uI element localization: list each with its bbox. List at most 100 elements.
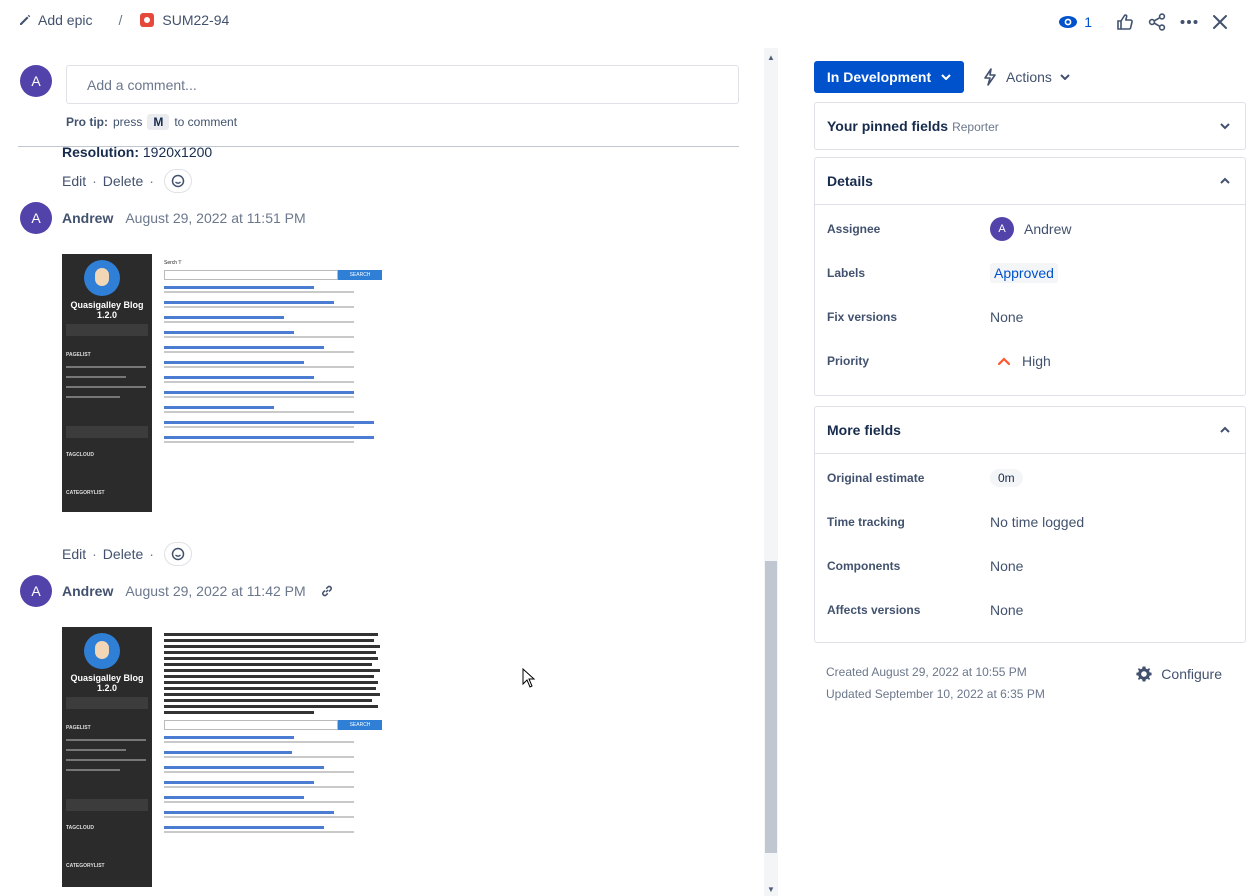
- pinned-fields-panel: Your pinned fields Reporter: [814, 102, 1246, 150]
- edit-comment-link[interactable]: Edit: [62, 546, 86, 562]
- components-value[interactable]: None: [990, 558, 1023, 574]
- comment-header: A Andrew August 29, 2022 at 11:42 PM: [20, 575, 334, 607]
- resolution-value: 1920x1200: [142, 144, 213, 160]
- details-title: Details: [827, 173, 873, 189]
- add-epic-link[interactable]: Add epic: [18, 12, 92, 28]
- thumb-paragraph: [164, 651, 376, 654]
- thumb-paragraph: [164, 699, 372, 702]
- thumb-paragraph: [164, 663, 372, 666]
- avatar: A: [20, 65, 52, 97]
- emoji-icon: [171, 174, 185, 188]
- mouse-pointer-icon: [522, 668, 536, 688]
- thumb-result: [164, 421, 382, 428]
- close-button[interactable]: [1212, 8, 1228, 36]
- like-button[interactable]: [1116, 8, 1134, 36]
- thumb-paragraph: [164, 639, 374, 642]
- thumb-text: [66, 739, 146, 741]
- more-button[interactable]: [1180, 8, 1198, 36]
- thumb-paragraph: [164, 675, 374, 678]
- thumb-input: [164, 270, 338, 280]
- original-estimate-value[interactable]: 0m: [990, 469, 1023, 487]
- thumb-paragraph: [164, 645, 380, 648]
- separator-dot: ·: [149, 173, 154, 189]
- issue-key: SUM22-94: [162, 12, 230, 28]
- field-labels: Labels Approved: [827, 251, 1233, 295]
- delete-comment-link[interactable]: Delete: [103, 173, 143, 189]
- shortcut-key: M: [147, 114, 170, 130]
- separator-dot: ·: [149, 546, 154, 562]
- avatar: A: [20, 202, 52, 234]
- pro-tip-label: Pro tip:: [66, 115, 108, 129]
- avatar: A: [20, 575, 52, 607]
- thumb-result: [164, 376, 382, 383]
- thumb-paragraph: [164, 657, 378, 660]
- thumb-result: [164, 391, 382, 398]
- pro-tip: Pro tip: press M to comment: [66, 114, 237, 130]
- details-body: Assignee A Andrew Labels Approved Fix ve…: [815, 204, 1245, 395]
- comment-actions: Edit · Delete ·: [62, 169, 192, 193]
- thumb-text: [66, 769, 120, 771]
- actions-label: Actions: [1006, 69, 1052, 85]
- fix-versions-value[interactable]: None: [990, 309, 1023, 325]
- assignee-value[interactable]: A Andrew: [990, 217, 1071, 241]
- pinned-fields-sub: Reporter: [952, 120, 999, 134]
- issue-key-link[interactable]: SUM22-94: [140, 12, 229, 28]
- field-label: Fix versions: [827, 310, 898, 324]
- priority-value[interactable]: High: [990, 353, 1051, 369]
- thumb-search-title: Serch 'l': [164, 260, 182, 266]
- thumb-search-button: SEARCH: [338, 720, 382, 730]
- details-sidebar: In Development Actions Your pinned field…: [814, 44, 1246, 896]
- comment-date[interactable]: August 29, 2022 at 11:42 PM: [125, 583, 305, 599]
- thumb-result: [164, 361, 382, 368]
- label-tag[interactable]: Approved: [990, 263, 1058, 283]
- thumb-paragraph: [164, 687, 376, 690]
- thumb-paragraph: [164, 711, 314, 714]
- pro-tip-suffix: to comment: [174, 115, 238, 129]
- share-button[interactable]: [1148, 8, 1166, 36]
- more-fields-body: Original estimate 0m Time tracking No ti…: [815, 453, 1245, 642]
- time-tracking-value[interactable]: No time logged: [990, 514, 1084, 530]
- edit-comment-link[interactable]: Edit: [62, 173, 86, 189]
- comment-author[interactable]: Andrew: [62, 210, 113, 226]
- comment-resolution: Resolution: 1920x1200: [62, 144, 212, 160]
- scrollbar-thumb[interactable]: [765, 561, 777, 853]
- thumb-result: [164, 811, 382, 818]
- thumb-result: [164, 301, 382, 308]
- share-icon: [1148, 13, 1166, 31]
- activity-scrollbar[interactable]: ▲ ▼: [764, 48, 778, 896]
- comment-author[interactable]: Andrew: [62, 583, 113, 599]
- close-icon: [1213, 15, 1227, 29]
- breadcrumb-separator: /: [118, 12, 123, 28]
- labels-value[interactable]: Approved: [990, 263, 1058, 283]
- scroll-down-icon[interactable]: ▼: [764, 882, 778, 896]
- add-reaction-button[interactable]: [163, 169, 192, 193]
- status-label: In Development: [826, 69, 932, 85]
- thumb-nav-bar: [66, 324, 148, 336]
- add-reaction-button[interactable]: [163, 542, 192, 566]
- affects-versions-value[interactable]: None: [990, 602, 1023, 618]
- comment-attachment-image[interactable]: Quasigalley Blog 1.2.0 PAGELIST TAGCLOUD…: [62, 627, 387, 887]
- comment-input[interactable]: Add a comment...: [66, 65, 739, 104]
- details-header[interactable]: Details: [815, 158, 1245, 204]
- blog-results-thumbnail: Serch 'l' SEARCH: [164, 260, 382, 451]
- eye-icon: [1059, 16, 1078, 28]
- watch-button[interactable]: 1: [1058, 8, 1092, 36]
- updated-date: Updated September 10, 2022 at 6:35 PM: [826, 687, 1045, 701]
- thumb-paragraph: [164, 669, 380, 672]
- configure-button[interactable]: Configure: [1135, 665, 1222, 683]
- delete-comment-link[interactable]: Delete: [103, 546, 143, 562]
- blog-avatar: [84, 260, 120, 296]
- field-label: Labels: [827, 266, 866, 280]
- separator-dot: ·: [92, 546, 97, 562]
- add-epic-label: Add epic: [38, 12, 93, 28]
- comment-date[interactable]: August 29, 2022 at 11:51 PM: [125, 210, 305, 226]
- blog-title: Quasigalley Blog 1.2.0: [70, 300, 144, 320]
- more-fields-panel: More fields Original estimate 0m Time tr…: [814, 406, 1246, 643]
- more-fields-header[interactable]: More fields: [815, 407, 1245, 453]
- scroll-up-icon[interactable]: ▲: [764, 50, 778, 64]
- actions-dropdown[interactable]: Actions: [982, 61, 1070, 93]
- pinned-fields-header[interactable]: Your pinned fields Reporter: [815, 103, 1245, 149]
- link-icon[interactable]: [320, 584, 334, 598]
- comment-attachment-image[interactable]: Quasigalley Blog 1.2.0 PAGELIST TAGCLOUD…: [62, 254, 387, 512]
- status-dropdown[interactable]: In Development: [814, 61, 964, 93]
